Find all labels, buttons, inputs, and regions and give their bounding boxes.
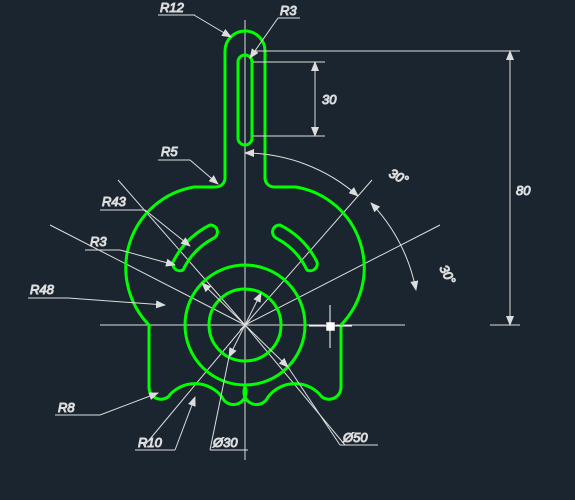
dim-30-text: 30 — [322, 92, 337, 107]
r3top-text: R3 — [280, 3, 297, 18]
r12-callout: R12 — [158, 0, 231, 37]
r8-text: R8 — [58, 400, 75, 415]
ang30b-text: 30° — [436, 262, 458, 286]
r3top-callout: R3 — [250, 3, 300, 58]
dim-angle-30b: 30° — [371, 203, 459, 290]
r10-callout: R10 — [135, 397, 195, 450]
r10-text: R10 — [138, 435, 163, 450]
d30-callout: Ø30 — [210, 293, 261, 450]
r43-text: R43 — [102, 194, 127, 209]
d50-text: Ø50 — [342, 430, 368, 445]
r8-callout: R8 — [55, 393, 158, 415]
r43-callout: R43 — [100, 194, 190, 246]
r48-callout: R48 — [28, 282, 165, 305]
left-slot — [173, 225, 218, 271]
r12-text: R12 — [160, 0, 185, 15]
r48-text: R48 — [30, 282, 55, 297]
d30-text: Ø30 — [212, 435, 238, 450]
r3mid-text: R3 — [90, 234, 107, 249]
ang30a-text: 30° — [387, 165, 411, 187]
cad-canvas[interactable]: 80 30 30° 30° R12 R3 R5 R43 R3 — [0, 0, 575, 500]
dim-80-text: 80 — [516, 183, 531, 198]
r5-callout: R5 — [158, 144, 218, 184]
dim-angle-30a: 30° — [245, 153, 411, 196]
r5-text: R5 — [161, 144, 178, 159]
right-slot — [273, 225, 318, 271]
cursor-icon — [309, 305, 352, 348]
